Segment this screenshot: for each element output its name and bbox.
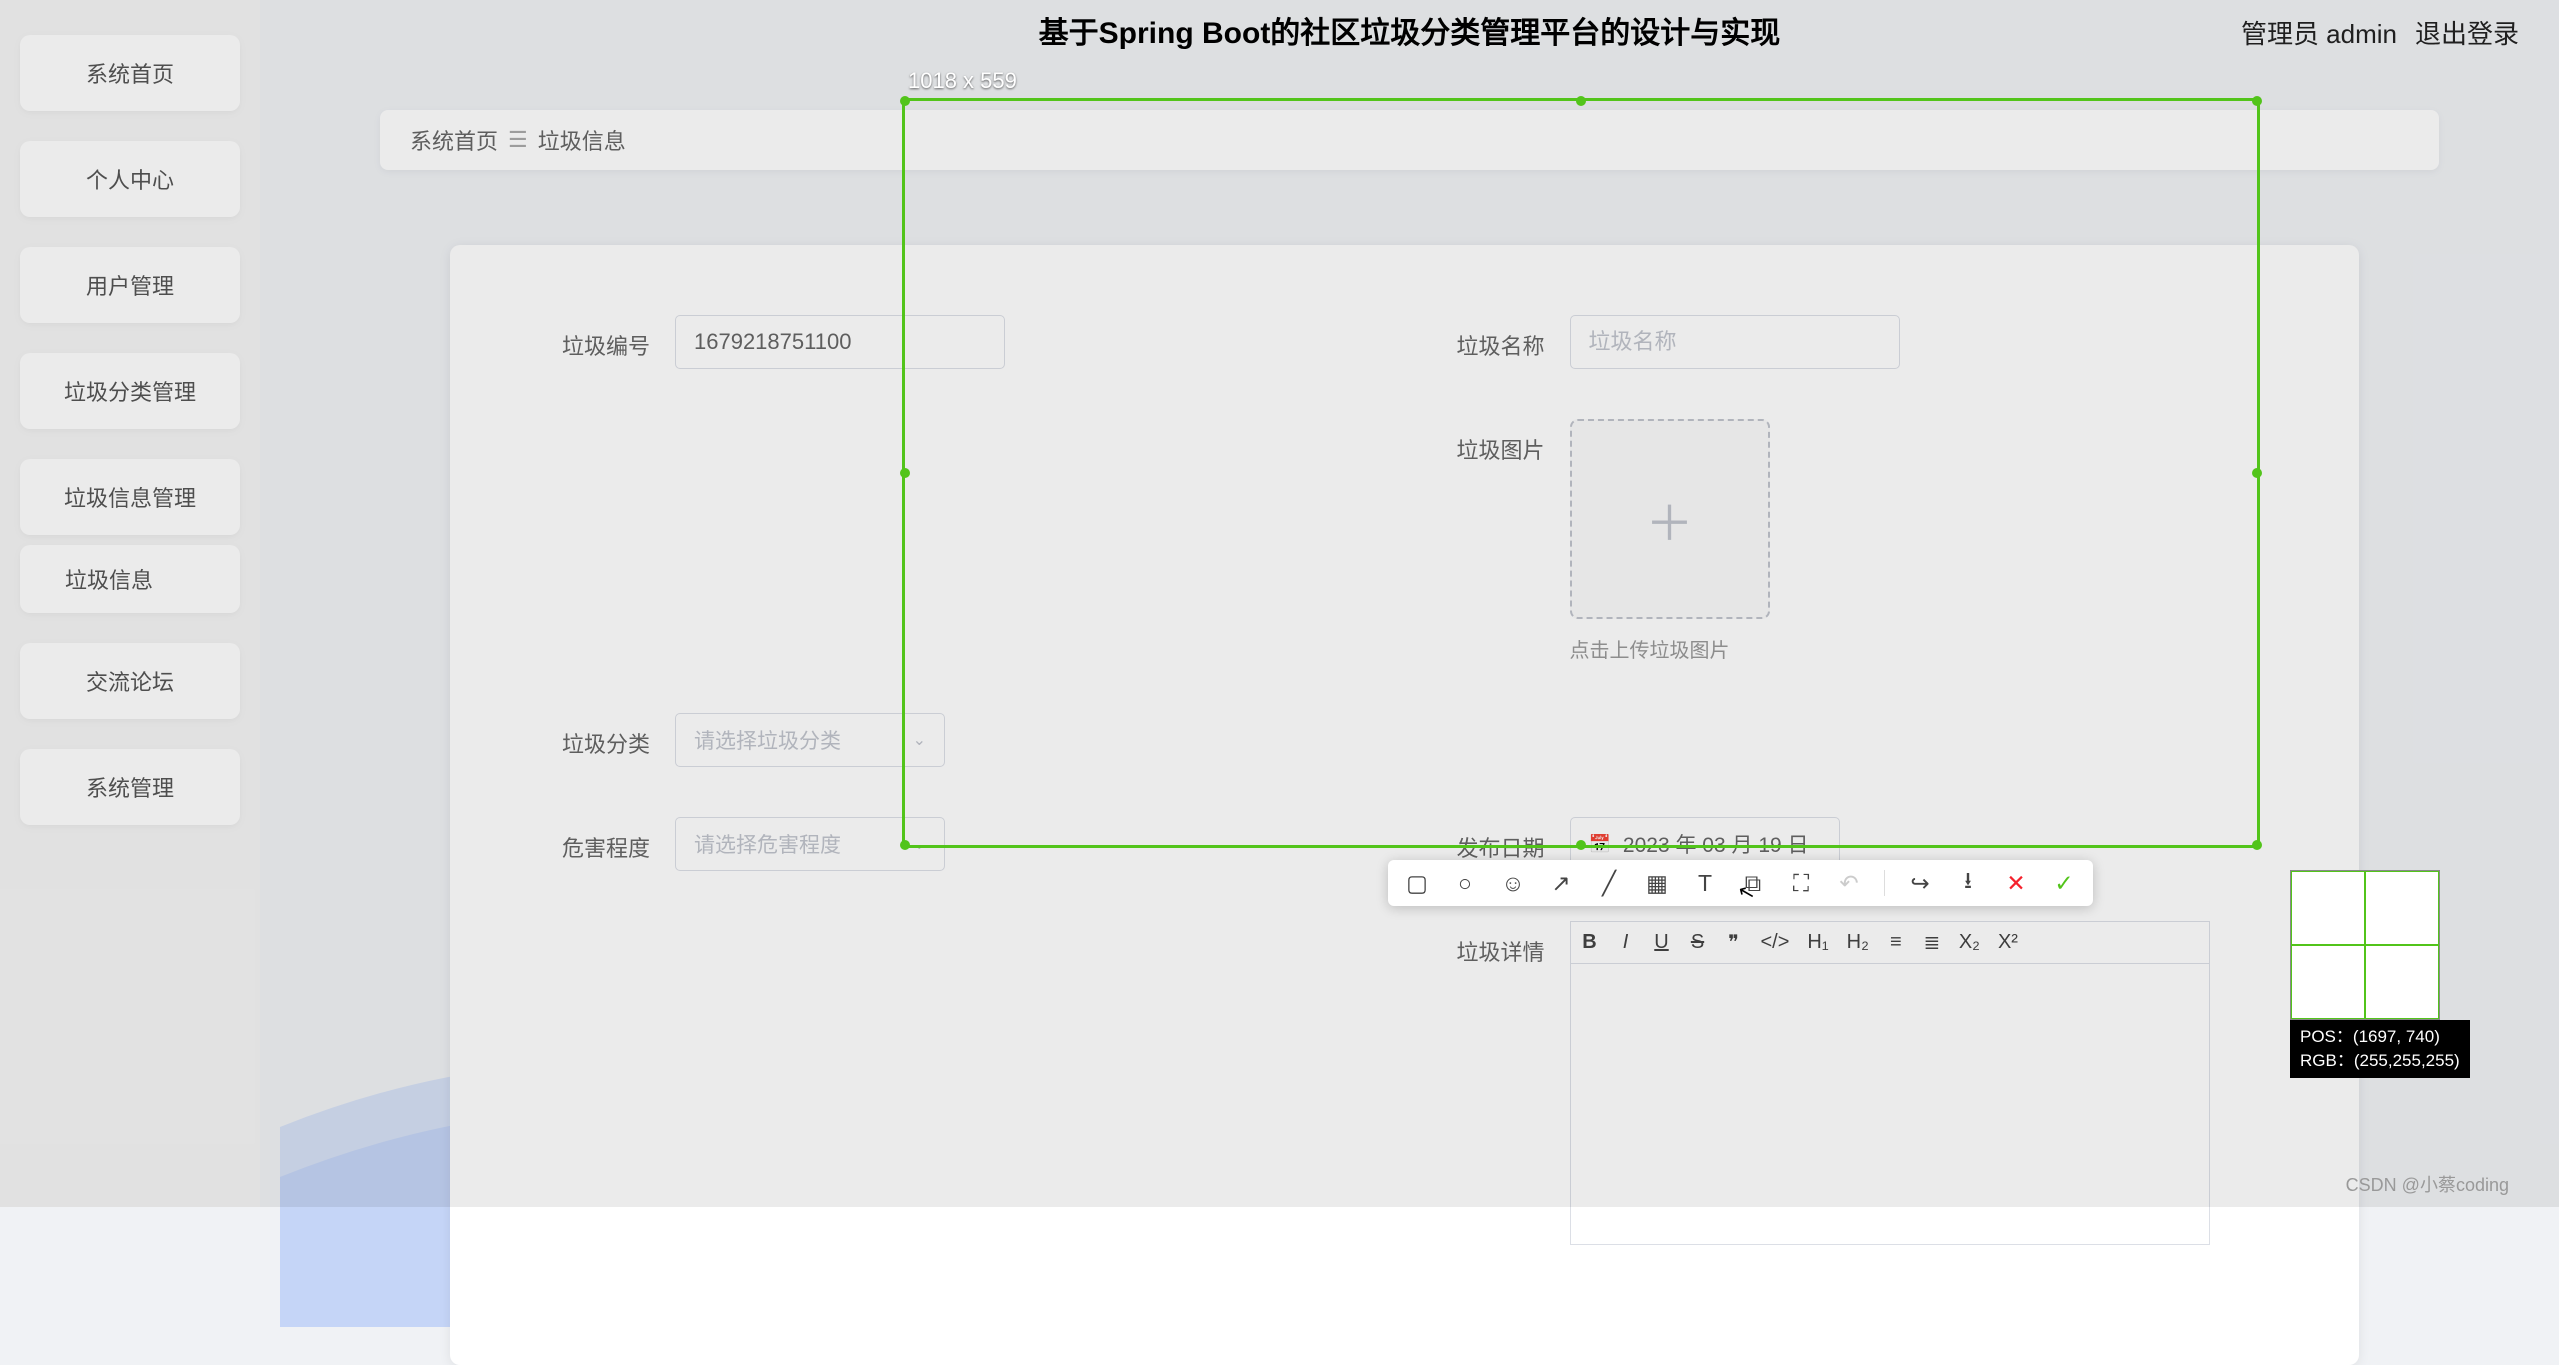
label-danger: 危害程度 (510, 817, 650, 863)
magnifier-grid (2290, 870, 2440, 1020)
editor-body[interactable] (1571, 964, 2209, 1244)
rich-text-editor: B I U S ❞ </> H₁ H₂ ≡ ≣ X₂ X² (1570, 921, 2210, 1245)
selection-dimensions: 1018 x 559 (908, 68, 1017, 94)
sidebar-item-category-mgmt[interactable]: 垃圾分类管理 (20, 353, 240, 429)
h1-button[interactable]: H₁ (1807, 931, 1828, 954)
line-tool[interactable]: ╱ (1596, 870, 1622, 896)
ordered-list-button[interactable]: ≡ (1887, 931, 1905, 954)
watermark: CSDN @小蔡coding (2346, 1171, 2509, 1197)
breadcrumb-home[interactable]: 系统首页 (410, 124, 498, 156)
rect-tool[interactable]: ▢ (1404, 870, 1430, 896)
strike-button[interactable]: S (1689, 931, 1707, 954)
resize-handle-tr[interactable] (2252, 96, 2262, 106)
magnifier-info: POS：(1697, 740) RGB：(255,255,255) (2290, 1020, 2470, 1078)
subscript-button[interactable]: X₂ (1959, 931, 1980, 954)
italic-button[interactable]: I (1617, 931, 1635, 954)
select-danger[interactable]: 请选择危害程度 ⌄ (675, 817, 945, 871)
undo-tool[interactable]: ↶ (1836, 870, 1862, 896)
page-title: 基于Spring Boot的社区垃圾分类管理平台的设计与实现 (1039, 8, 1781, 52)
mosaic-tool[interactable]: ▦ (1644, 870, 1670, 896)
cancel-tool[interactable]: ✕ (2003, 870, 2029, 896)
form-card: 垃圾编号 垃圾名称 垃圾图片 ＋ 点击上传垃圾图片 垃圾分类 请选择垃圾分类 ⌄ (450, 245, 2359, 1365)
download-tool[interactable]: ⭳ (1955, 870, 1981, 896)
text-tool[interactable]: T (1692, 870, 1718, 896)
editor-toolbar: B I U S ❞ </> H₁ H₂ ≡ ≣ X₂ X² (1571, 922, 2209, 964)
sidebar: 系统首页 个人中心 用户管理 垃圾分类管理 垃圾信息管理 垃圾信息 交流论坛 系… (0, 0, 260, 1207)
unordered-list-button[interactable]: ≣ (1923, 930, 1941, 955)
share-tool[interactable]: ↪ (1907, 870, 1933, 896)
breadcrumb-sep-icon: ☰ (508, 127, 528, 153)
sidebar-item-home[interactable]: 系统首页 (20, 35, 240, 111)
sidebar-item-profile[interactable]: 个人中心 (20, 141, 240, 217)
toolbar-divider (1884, 870, 1885, 896)
label-id: 垃圾编号 (510, 315, 650, 361)
confirm-tool[interactable]: ✓ (2051, 870, 2077, 896)
h2-button[interactable]: H₂ (1847, 931, 1869, 954)
superscript-button[interactable]: X² (1998, 931, 2018, 954)
breadcrumb: 系统首页 ☰ 垃圾信息 (380, 110, 2439, 170)
code-button[interactable]: </> (1761, 931, 1790, 954)
label-name: 垃圾名称 (1405, 315, 1545, 361)
chevron-down-icon: ⌄ (913, 730, 926, 750)
sidebar-item-forum[interactable]: 交流论坛 (20, 643, 240, 719)
emoji-tool[interactable]: ☺ (1500, 870, 1526, 896)
resize-handle-tm[interactable] (1576, 96, 1586, 106)
chevron-down-icon: ⌄ (913, 834, 926, 854)
sidebar-item-system-mgmt[interactable]: 系统管理 (20, 749, 240, 825)
input-name[interactable] (1570, 315, 1900, 369)
breadcrumb-current: 垃圾信息 (538, 124, 626, 156)
arrow-tool[interactable]: ↗ (1548, 870, 1574, 896)
main-header: 基于Spring Boot的社区垃圾分类管理平台的设计与实现 (260, 0, 2559, 60)
pin-tool[interactable]: ⛶ (1788, 870, 1814, 896)
magnifier: POS：(1697, 740) RGB：(255,255,255) (2290, 870, 2470, 1078)
upload-hint: 点击上传垃圾图片 (1570, 634, 1770, 663)
label-category: 垃圾分类 (510, 713, 650, 759)
resize-handle-tl[interactable] (900, 96, 910, 106)
quote-button[interactable]: ❞ (1725, 930, 1743, 955)
label-detail: 垃圾详情 (1405, 921, 1545, 967)
select-category[interactable]: 请选择垃圾分类 ⌄ (675, 713, 945, 767)
label-date: 发布日期 (1405, 817, 1545, 863)
label-image: 垃圾图片 (1405, 419, 1545, 465)
input-id[interactable] (675, 315, 1005, 369)
circle-tool[interactable]: ○ (1452, 870, 1478, 896)
sidebar-item-user-mgmt[interactable]: 用户管理 (20, 247, 240, 323)
plus-icon: ＋ (1645, 484, 1693, 554)
bold-button[interactable]: B (1581, 931, 1599, 954)
calendar-icon: 📅 (1589, 834, 1611, 855)
underline-button[interactable]: U (1653, 931, 1671, 954)
sidebar-item-info-mgmt[interactable]: 垃圾信息管理 (20, 459, 240, 535)
sidebar-subitem-info[interactable]: 垃圾信息 (20, 545, 240, 613)
upload-box[interactable]: ＋ (1570, 419, 1770, 619)
